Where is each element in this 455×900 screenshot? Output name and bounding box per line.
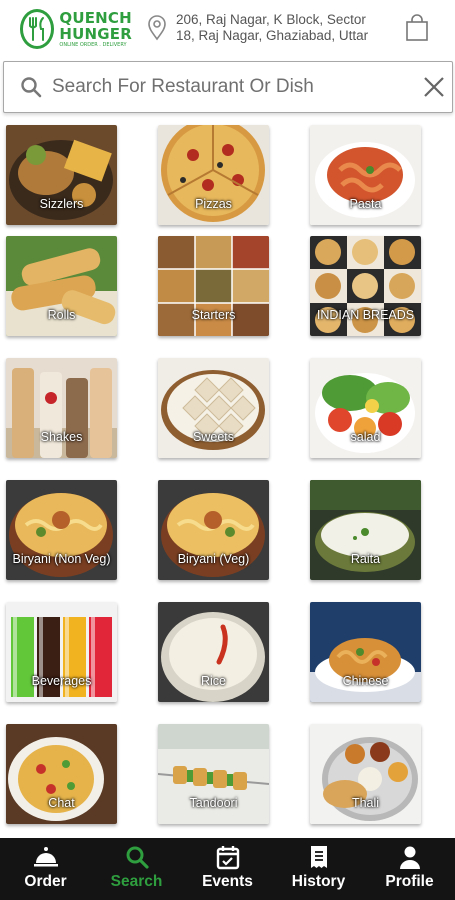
category-label: Raita [350, 552, 381, 566]
category-tile-rolls[interactable]: Rolls [6, 236, 117, 336]
cloche-icon [33, 847, 58, 867]
category-label: Shakes [40, 430, 83, 444]
category-tile-starters[interactable]: Starters [158, 236, 269, 336]
search-input[interactable] [52, 70, 402, 104]
category-label: Sizzlers [39, 197, 84, 211]
calendar-icon [216, 846, 239, 870]
category-tile-raita[interactable]: Raita [310, 480, 421, 580]
address-line-2: 18, Raj Nagar, Ghaziabad, Uttar [176, 28, 369, 43]
category-label: Biryani (Veg) [177, 552, 250, 566]
nav-label: Profile [385, 873, 434, 890]
category-tile-sweets[interactable]: Sweets [158, 358, 269, 458]
category-tile-pasta[interactable]: Pasta [310, 125, 421, 225]
category-label: Rolls [47, 308, 76, 322]
delivery-address[interactable]: 206, Raj Nagar, K Block, Sector 18, Raj … [176, 12, 376, 44]
category-label: Pasta [349, 197, 382, 211]
address-line-1: 206, Raj Nagar, K Block, Sector [176, 12, 366, 27]
category-label: INDIAN BREADS [316, 308, 415, 322]
category-tile-rice[interactable]: Rice [158, 602, 269, 702]
nav-label: History [291, 873, 346, 890]
location-pin-icon[interactable] [147, 15, 167, 41]
category-tile-chinese[interactable]: Chinese [310, 602, 421, 702]
category-tile-salad[interactable]: salad [310, 358, 421, 458]
category-tile-tandoori[interactable]: Tandoori [158, 724, 269, 824]
category-label: Sweets [193, 430, 234, 444]
nav-label: Events [202, 873, 253, 890]
category-tile-thali[interactable]: Thali [310, 724, 421, 824]
category-label: Chinese [342, 674, 389, 688]
category-label: salad [350, 430, 381, 444]
category-tile-sizzlers[interactable]: Sizzlers [6, 125, 117, 225]
nav-item-history[interactable]: History [273, 838, 364, 900]
nav-item-search[interactable]: Search [91, 838, 182, 900]
shopping-bag-icon[interactable] [405, 14, 429, 42]
app-header: QUENCH HUNGER ONLINE ORDER . DELIVERY 20… [0, 0, 455, 56]
category-tile-chat[interactable]: Chat [6, 724, 117, 824]
search-bar[interactable] [3, 61, 453, 113]
category-tile-shakes[interactable]: Shakes [6, 358, 117, 458]
category-tile-biryani-veg[interactable]: Biryani (Veg) [158, 480, 269, 580]
logo-tagline: ONLINE ORDER . DELIVERY [59, 42, 127, 48]
category-label: Starters [191, 308, 236, 322]
search-icon [21, 77, 42, 98]
fork-knife-icon [20, 9, 55, 49]
nav-label: Order [24, 873, 67, 890]
category-label: Beverages [31, 674, 92, 688]
category-tile-indian-breads[interactable]: INDIAN BREADS [310, 236, 421, 336]
nav-item-events[interactable]: Events [182, 838, 273, 900]
category-label: Pizzas [195, 197, 232, 211]
category-grid: Sizzlers Pizzas Pasta Rolls Starters IND… [0, 122, 455, 838]
logo-line-2: HUNGER [59, 25, 132, 43]
category-tile-beverages[interactable]: Beverages [6, 602, 117, 702]
category-tile-biryani-non-veg[interactable]: Biryani (Non Veg) [6, 480, 117, 580]
category-label: Biryani (Non Veg) [12, 552, 111, 566]
quench-hunger-logo[interactable]: QUENCH HUNGER ONLINE ORDER . DELIVERY [20, 6, 132, 52]
category-label: Tandoori [189, 796, 238, 810]
category-label: Thali [351, 796, 380, 810]
search-icon [126, 846, 149, 869]
close-icon[interactable] [422, 75, 446, 99]
nav-item-order[interactable]: Order [0, 838, 91, 900]
category-label: Chat [48, 796, 75, 810]
nav-label: Search [110, 873, 163, 890]
category-label: Rice [200, 674, 226, 688]
category-tile-pizzas[interactable]: Pizzas [158, 125, 269, 225]
receipt-icon [310, 846, 327, 868]
person-icon [399, 846, 420, 869]
logo-line-1: QUENCH [59, 9, 132, 27]
nav-item-profile[interactable]: Profile [364, 838, 455, 900]
bottom-navigation: Order Search Events History Profile [0, 838, 455, 900]
